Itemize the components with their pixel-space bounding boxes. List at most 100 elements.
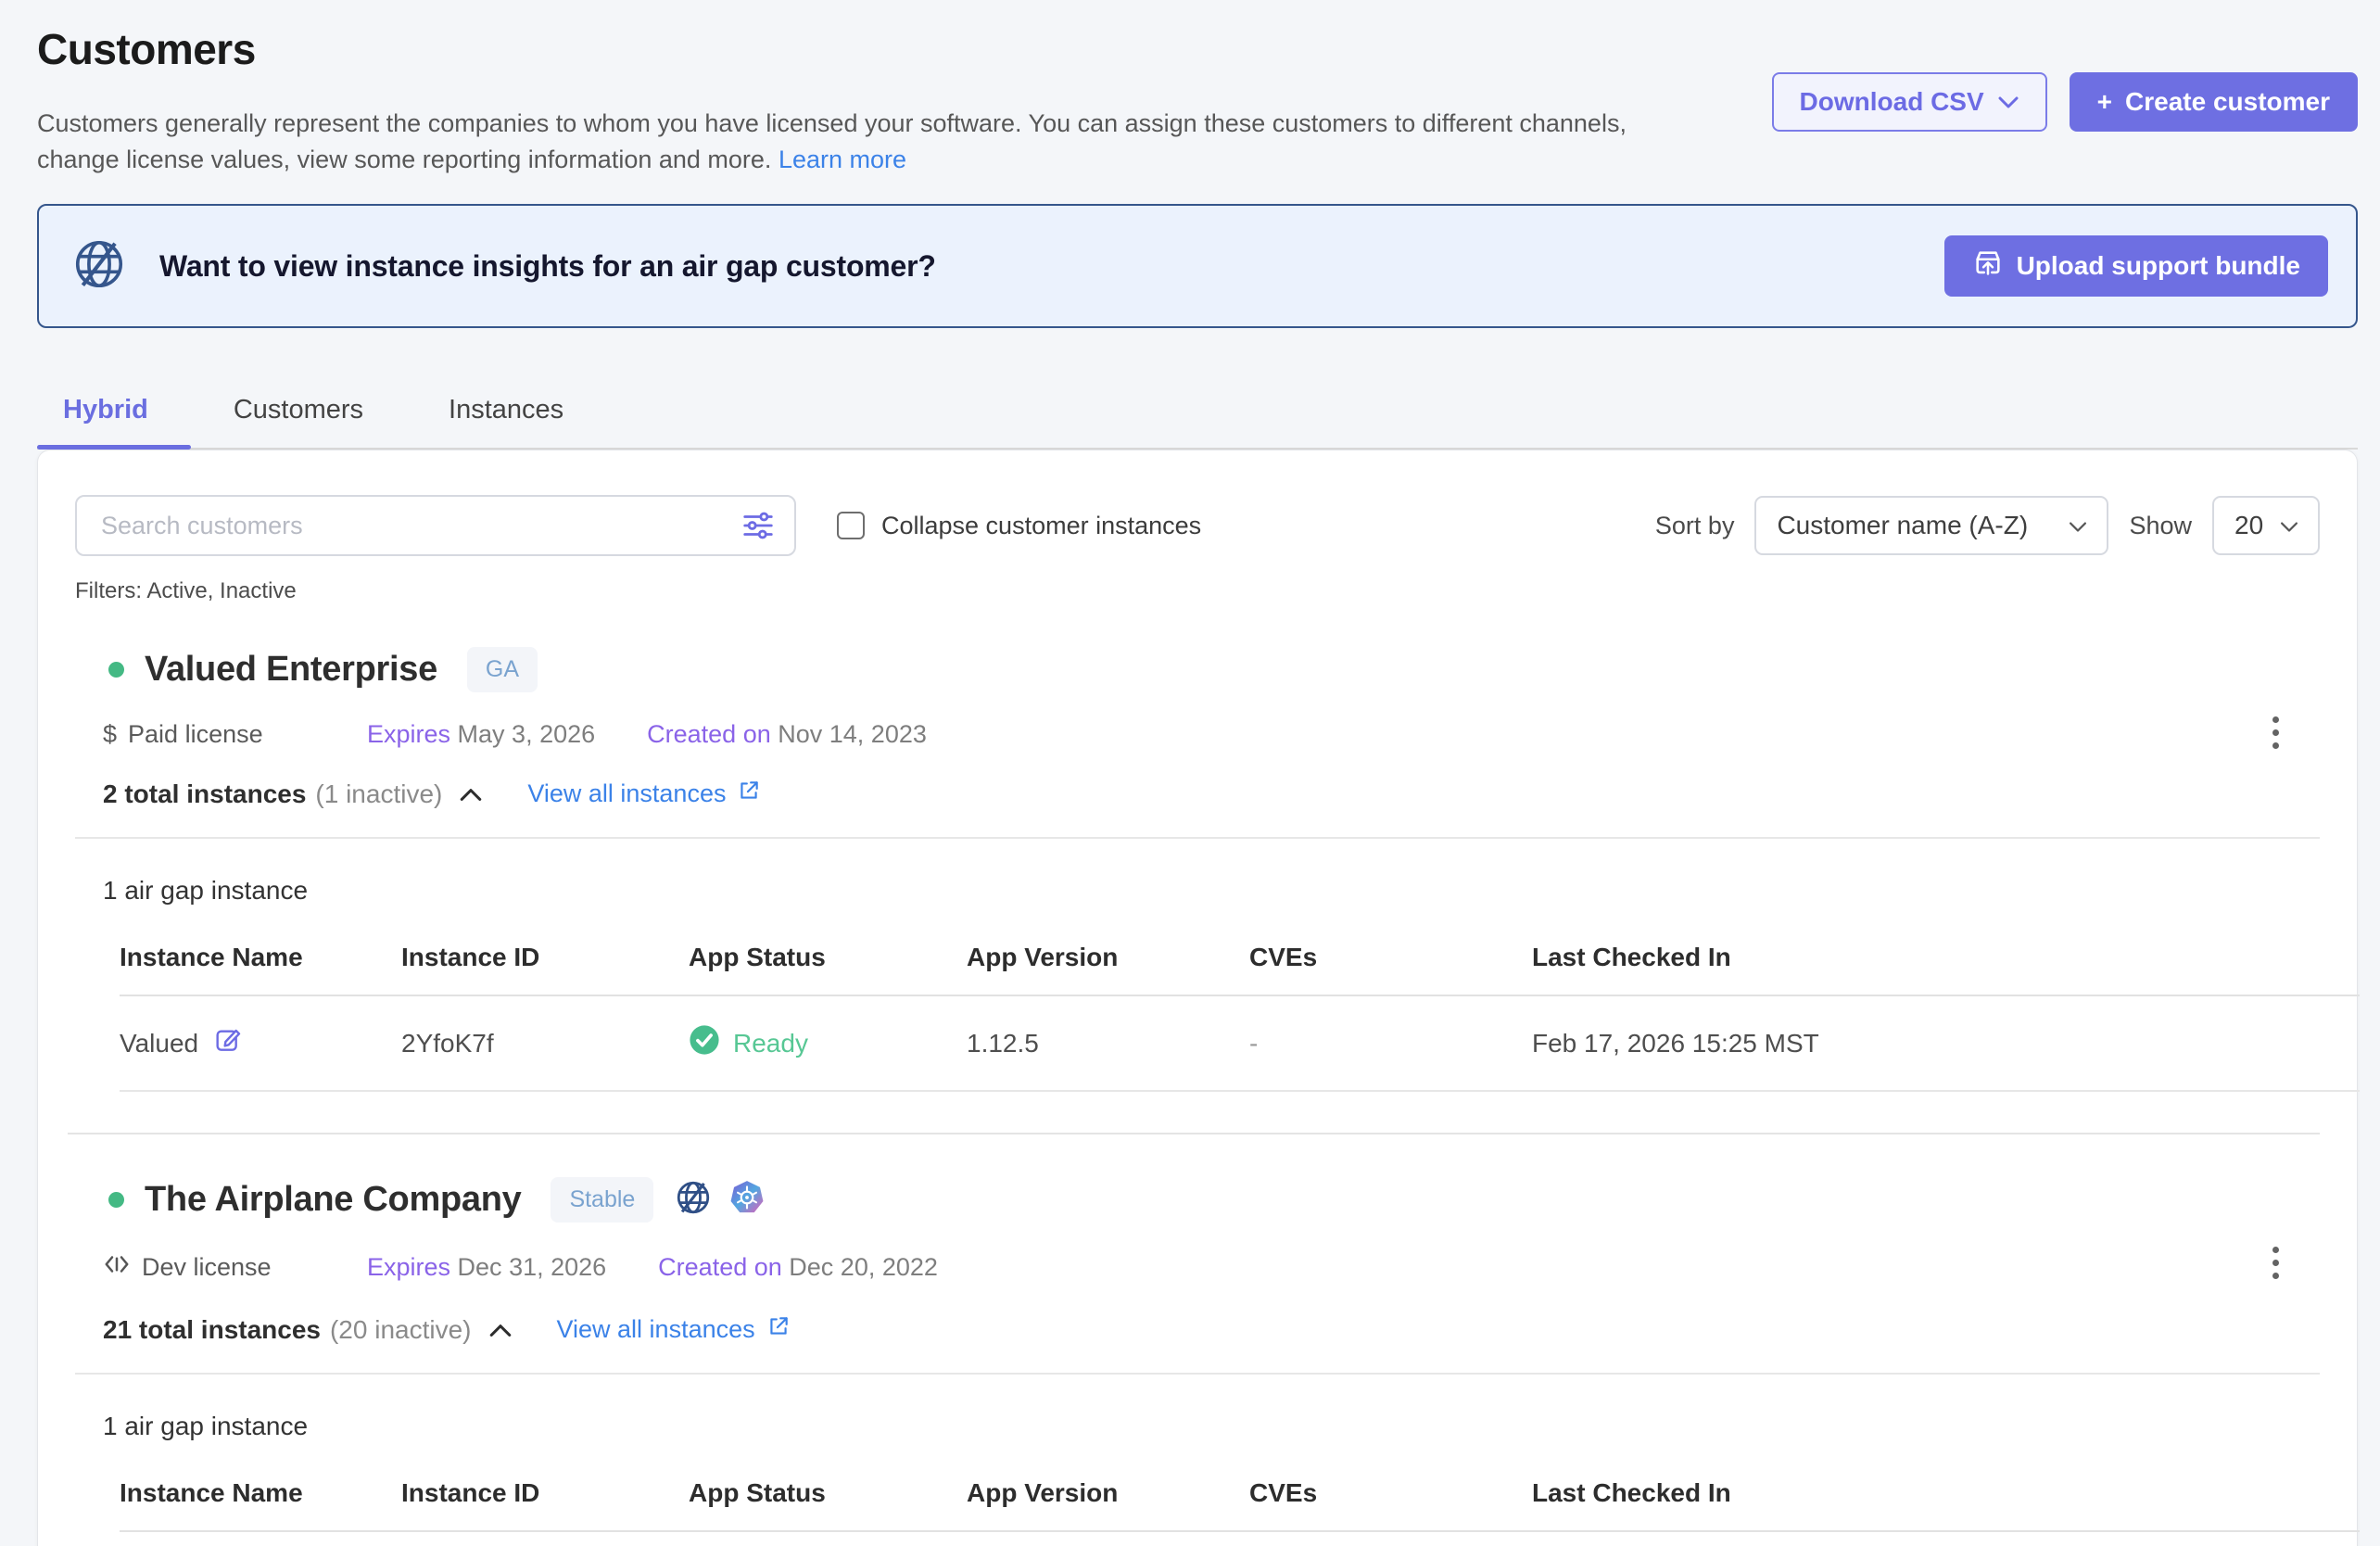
expires-date: Dec 31, 2026	[458, 1253, 607, 1281]
instance-id: 2YfoK7f	[401, 1029, 689, 1058]
customer-card-valued-enterprise: Valued Enterprise GA $ Paid license Expi…	[75, 647, 2320, 1134]
instances-table: Instance Name Instance ID App Status App…	[120, 943, 2360, 1092]
instances-inactive: (1 inactive)	[315, 779, 442, 809]
expires-label: Expires	[367, 1253, 450, 1281]
chevron-down-icon	[2068, 511, 2088, 540]
license-type: Dev license	[103, 1250, 367, 1285]
cves-value: -	[1249, 1029, 1532, 1058]
col-app-version: App Version	[967, 1478, 1249, 1508]
col-last-checked-in: Last Checked In	[1532, 1478, 2360, 1508]
col-instance-name: Instance Name	[120, 1478, 401, 1508]
view-all-instances-label: View all instances	[527, 779, 726, 808]
header-actions: Download CSV + Create customer	[1772, 72, 2358, 132]
airgap-banner: Want to view instance insights for an ai…	[37, 204, 2358, 328]
col-app-status: App Status	[689, 943, 967, 972]
view-all-instances-label: View all instances	[557, 1315, 755, 1344]
customers-page: Customers Customers generally represent …	[0, 0, 2380, 1546]
tab-customers[interactable]: Customers	[191, 382, 406, 448]
sort-area: Sort by Customer name (A-Z) Show 20	[1655, 496, 2320, 555]
customer-header: The Airplane Company Stable	[75, 1177, 2320, 1223]
kebab-menu-button[interactable]	[2257, 1235, 2294, 1290]
external-link-icon	[766, 1314, 791, 1345]
collapse-chevron-up-icon[interactable]	[488, 1322, 513, 1338]
customer-header: Valued Enterprise GA	[75, 647, 2320, 692]
show-label: Show	[2129, 512, 2192, 540]
col-instance-id: Instance ID	[401, 1478, 689, 1508]
collapse-instances-checkbox[interactable]	[837, 512, 865, 539]
banner-title: Want to view instance insights for an ai…	[159, 249, 1913, 284]
airgap-instance-heading: 1 air gap instance	[103, 1412, 2320, 1441]
instance-name-cell: Valued	[120, 1025, 401, 1061]
created-label: Created on	[658, 1253, 782, 1281]
search-input[interactable]	[75, 495, 796, 556]
instances-inactive: (20 inactive)	[330, 1315, 472, 1345]
instance-row: Valued 2YfoK7f Ready	[120, 996, 2360, 1092]
view-all-instances-link[interactable]: View all instances	[557, 1314, 791, 1345]
instances-summary: 21 total instances (20 inactive) View al…	[103, 1314, 2320, 1345]
create-customer-button[interactable]: + Create customer	[2070, 72, 2358, 132]
instances-table: Instance Name Instance ID App Status App…	[120, 1478, 2360, 1532]
dev-license-icon	[103, 1250, 131, 1285]
app-status-cell: Ready	[689, 1024, 967, 1062]
filters-note: Filters: Active, Inactive	[75, 578, 2320, 604]
kebab-menu-button[interactable]	[2257, 704, 2294, 760]
col-app-version: App Version	[967, 943, 1249, 972]
edit-icon[interactable]	[213, 1025, 243, 1061]
page-title: Customers	[37, 24, 1677, 74]
expires-date: May 3, 2026	[458, 720, 596, 748]
create-customer-label: Create customer	[2125, 87, 2330, 117]
collapse-chevron-up-icon[interactable]	[459, 786, 483, 803]
plus-icon: +	[2097, 87, 2112, 117]
show-select[interactable]: 20	[2212, 496, 2320, 555]
channel-badge: Stable	[551, 1177, 653, 1223]
last-checked-in: Feb 17, 2026 15:25 MST	[1532, 1029, 2360, 1058]
customer-type-icons	[674, 1178, 766, 1222]
upload-support-bundle-label: Upload support bundle	[2017, 251, 2300, 281]
collapse-instances-label: Collapse customer instances	[881, 512, 1201, 540]
col-cves: CVEs	[1249, 1478, 1532, 1508]
license-type-label: Dev license	[142, 1253, 272, 1282]
external-link-icon	[737, 779, 761, 809]
customer-card-airplane-company: The Airplane Company Stable	[75, 1177, 2320, 1532]
chevron-down-icon	[2279, 511, 2299, 540]
license-type: $ Paid license	[103, 720, 367, 749]
col-instance-name: Instance Name	[120, 943, 401, 972]
customer-name[interactable]: Valued Enterprise	[145, 650, 437, 690]
instance-name: Valued	[120, 1029, 198, 1058]
page-header: Customers Customers generally represent …	[37, 0, 2358, 178]
col-last-checked-in: Last Checked In	[1532, 943, 2360, 972]
download-csv-label: Download CSV	[1800, 87, 1984, 117]
show-value: 20	[2234, 511, 2263, 540]
customer-meta: Dev license Expires Dec 31, 2026 Created…	[103, 1250, 2320, 1285]
filter-sliders-icon[interactable]	[741, 508, 776, 548]
created-field: Created on Nov 14, 2023	[647, 720, 927, 749]
customer-meta: $ Paid license Expires May 3, 2026 Creat…	[103, 720, 2320, 749]
chevron-down-icon	[1997, 87, 2019, 117]
customers-panel: Collapse customer instances Sort by Cust…	[37, 450, 2358, 1546]
active-status-dot	[108, 1192, 124, 1208]
sort-by-select[interactable]: Customer name (A-Z)	[1754, 496, 2108, 555]
col-cves: CVEs	[1249, 943, 1532, 972]
airgap-globe-icon	[674, 1178, 713, 1222]
kubernetes-icon	[728, 1178, 766, 1222]
sort-by-label: Sort by	[1655, 512, 1735, 540]
app-status: Ready	[733, 1029, 808, 1058]
created-date: Nov 14, 2023	[778, 720, 927, 748]
customer-name[interactable]: The Airplane Company	[145, 1180, 521, 1220]
learn-more-link[interactable]: Learn more	[779, 146, 906, 173]
tab-hybrid[interactable]: Hybrid	[37, 382, 191, 448]
instances-table-header: Instance Name Instance ID App Status App…	[120, 943, 2360, 996]
upload-support-bundle-button[interactable]: Upload support bundle	[1944, 235, 2328, 297]
created-field: Created on Dec 20, 2022	[658, 1253, 938, 1282]
check-circle-icon	[689, 1024, 720, 1062]
instances-total: 2 total instances	[103, 779, 306, 809]
view-all-instances-link[interactable]: View all instances	[527, 779, 761, 809]
paid-license-icon: $	[103, 720, 117, 749]
sort-by-value: Customer name (A-Z)	[1777, 511, 2028, 540]
collapse-instances-toggle[interactable]: Collapse customer instances	[837, 512, 1201, 540]
upload-icon	[1972, 247, 2004, 285]
col-app-status: App Status	[689, 1478, 967, 1508]
tab-bar: Hybrid Customers Instances	[37, 382, 2358, 450]
download-csv-button[interactable]: Download CSV	[1772, 72, 2047, 132]
tab-instances[interactable]: Instances	[406, 382, 606, 448]
